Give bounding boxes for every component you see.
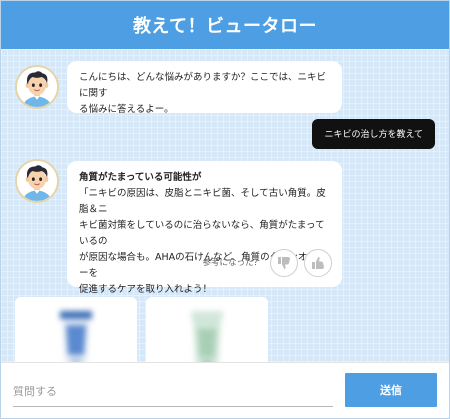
send-button[interactable]: 送信 — [345, 373, 437, 407]
chat-app: 教えて！ビュータロー こんにちは、どんな悩みがありますか？ここでは、ニキビに関す… — [0, 0, 450, 419]
bot-message-answer: 角質がたまっている可能性が 「ニキビの原因は、皮脂とニキビ菌、そして古い角質。皮… — [67, 161, 342, 295]
thumbs-down-icon — [278, 257, 290, 269]
header-bar: 教えて！ビュータロー — [1, 1, 449, 49]
bot-message-greeting: こんにちは、どんな悩みがありますか？ここでは、ニキビに関す る悩みに答えるよー。 — [67, 61, 342, 115]
message-text: こんにちは、どんな悩みがありますか？ここでは、ニキビに関す — [79, 72, 327, 99]
chat-input-bar: 送信 — [1, 362, 449, 418]
avatar-boy-icon — [15, 159, 59, 203]
page-title: 教えて！ビュータロー — [132, 16, 318, 37]
thumbs-up-button[interactable] — [304, 249, 332, 277]
avatar-boy-icon — [15, 65, 59, 109]
message-text: 促進するケアを取り入れよう！ — [79, 284, 213, 295]
question-input[interactable] — [13, 377, 333, 407]
user-message: ニキビの治し方を教えて — [312, 119, 435, 149]
answer-title: 角質がたまっている可能性が — [79, 172, 202, 183]
message-text: キビ菌対策をしているのに治らないなら、角質がたまっているの — [79, 220, 325, 247]
message-text: 「ニキビの原因は、皮脂とニキビ菌、そして古い角質。皮脂＆ニ — [79, 188, 326, 215]
thumbs-down-button[interactable] — [270, 249, 298, 277]
message-text: る悩みに答えるよー。 — [79, 104, 174, 115]
thumbs-up-icon — [312, 257, 324, 269]
feedback-label: 参考になった？ — [202, 258, 262, 268]
feedback-row: 参考になった？ — [202, 249, 332, 277]
